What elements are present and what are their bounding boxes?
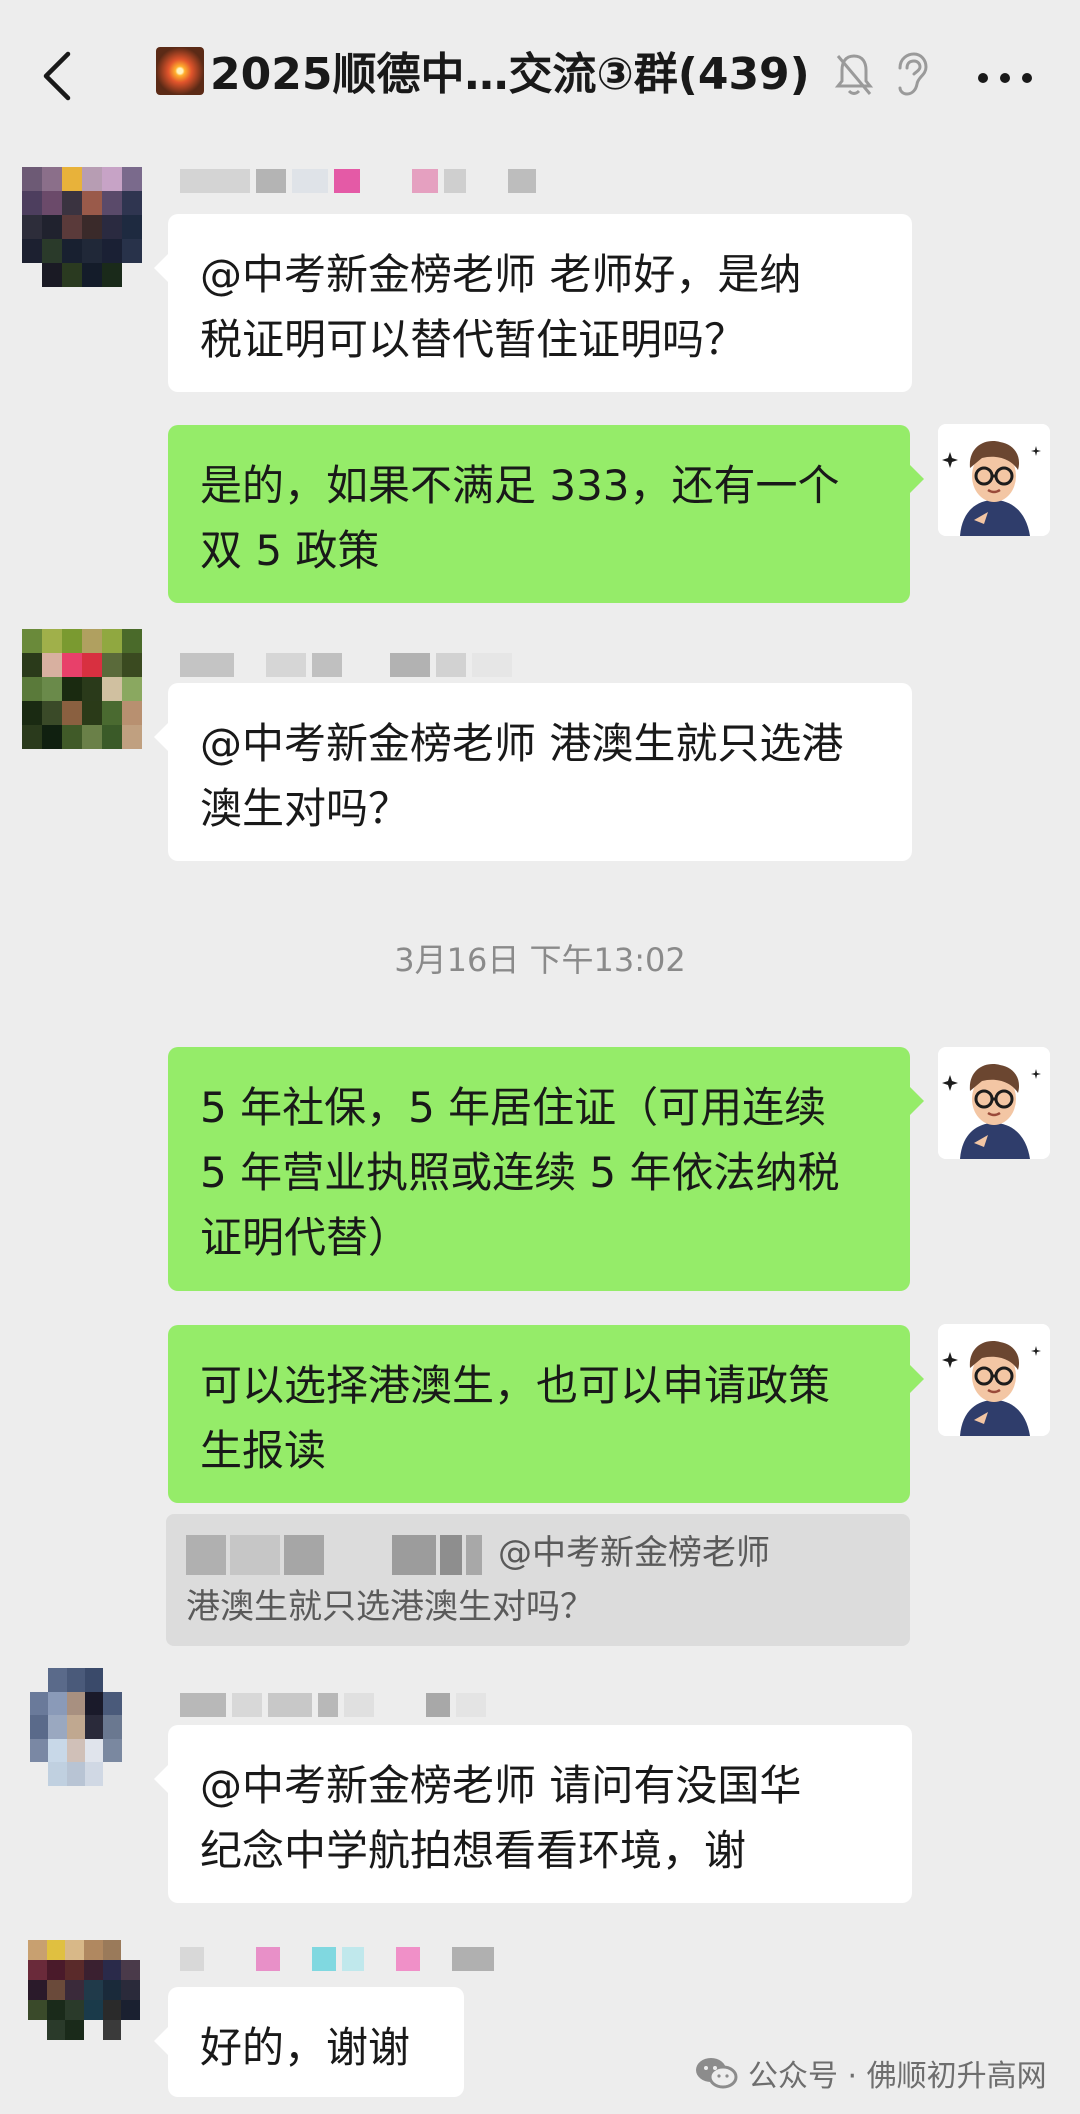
self-avatar[interactable]	[938, 424, 1050, 536]
ear-icon	[898, 52, 928, 96]
message-bubble-self[interactable]: 5 年社保，5 年居住证（可用连续 5 年营业执照或连续 5 年依法纳税 证明代…	[168, 1047, 924, 1291]
message-line: 澳生对吗？	[200, 784, 411, 833]
message-line: 是的，如果不满足 333，还有一个	[200, 461, 840, 510]
sender-name-redacted	[180, 650, 512, 680]
message-line: @中考新金榜老师 老师好，是纳	[200, 250, 802, 299]
message-line: 好的，谢谢	[200, 2023, 411, 2072]
chat-title[interactable]: 2025顺德中…交流③群(439)	[156, 40, 806, 110]
message-line: 生报读	[200, 1426, 327, 1475]
fireworks-emoji-icon	[156, 47, 204, 95]
bubble-tail	[910, 465, 924, 493]
message-bubble-self[interactable]: 是的，如果不满足 333，还有一个 双 5 政策	[168, 425, 924, 603]
back-arrow-icon[interactable]	[36, 48, 80, 104]
message-bubble-self[interactable]: 可以选择港澳生，也可以申请政策 生报读	[168, 1325, 924, 1503]
more-icon[interactable]	[975, 58, 1035, 98]
bubble-tail	[154, 723, 168, 751]
self-avatar[interactable]	[938, 1047, 1050, 1159]
cartoon-teacher-avatar-icon	[938, 1324, 1050, 1436]
sender-name-redacted	[180, 1690, 486, 1720]
quote-line-2: 港澳生就只选港澳生对吗？	[186, 1587, 594, 1627]
message-line: 5 年社保，5 年居住证（可用连续	[200, 1083, 827, 1132]
sender-avatar[interactable]	[28, 1940, 140, 2040]
message-line: 可以选择港澳生，也可以申请政策	[200, 1361, 831, 1410]
quoted-message[interactable]: @中考新金榜老师 港澳生就只选港澳生对吗？	[166, 1514, 910, 1646]
message-line: 税证明可以替代暂住证明吗？	[200, 315, 747, 364]
bubble-tail	[910, 1087, 924, 1115]
message-bubble[interactable]: @中考新金榜老师 请问有没国华 纪念中学航拍想看看环境，谢	[154, 1725, 912, 1903]
cartoon-teacher-avatar-icon	[938, 424, 1050, 536]
self-avatar[interactable]	[938, 1324, 1050, 1436]
message-bubble[interactable]: @中考新金榜老师 港澳生就只选港 澳生对吗？	[154, 683, 912, 861]
chat-title-text: 2025顺德中…交流③群(439)	[210, 49, 806, 100]
sender-avatar[interactable]	[22, 167, 142, 287]
wechat-icon	[696, 2058, 738, 2089]
message-line: 5 年营业执照或连续 5 年依法纳税	[200, 1148, 840, 1197]
message-line: @中考新金榜老师 港澳生就只选港	[200, 719, 844, 768]
watermark: 公众号 · 佛顺初升高网	[694, 2050, 1047, 2096]
chat-header: 2025顺德中…交流③群(439)	[0, 0, 1080, 150]
message-line: 双 5 政策	[200, 526, 380, 575]
quote-mention: @中考新金榜老师	[498, 1533, 770, 1573]
quote-line-1: @中考新金榜老师	[186, 1526, 890, 1580]
quoted-sender-redacted	[186, 1534, 482, 1575]
sender-avatar[interactable]	[30, 1668, 140, 1786]
bubble-tail	[154, 1765, 168, 1793]
sender-avatar[interactable]	[22, 629, 142, 749]
message-line: @中考新金榜老师 请问有没国华	[200, 1761, 802, 1810]
bell-muted-icon	[834, 54, 874, 95]
message-line: 纪念中学航拍想看看环境，谢	[200, 1826, 747, 1875]
watermark-text: 公众号 · 佛顺初升高网	[748, 2059, 1047, 2094]
cartoon-teacher-avatar-icon	[938, 1047, 1050, 1159]
bubble-tail	[154, 2027, 168, 2055]
bubble-tail	[910, 1365, 924, 1393]
sender-name-redacted	[180, 166, 536, 196]
message-bubble[interactable]: 好的，谢谢	[154, 1987, 464, 2097]
sender-name-redacted	[180, 1944, 494, 1974]
bubble-tail	[154, 254, 168, 282]
message-bubble[interactable]: @中考新金榜老师 老师好，是纳 税证明可以替代暂住证明吗？	[154, 214, 912, 392]
chat-timestamp: 3月16日 下午13:02	[394, 941, 686, 979]
message-line: 证明代替）	[200, 1213, 411, 1262]
